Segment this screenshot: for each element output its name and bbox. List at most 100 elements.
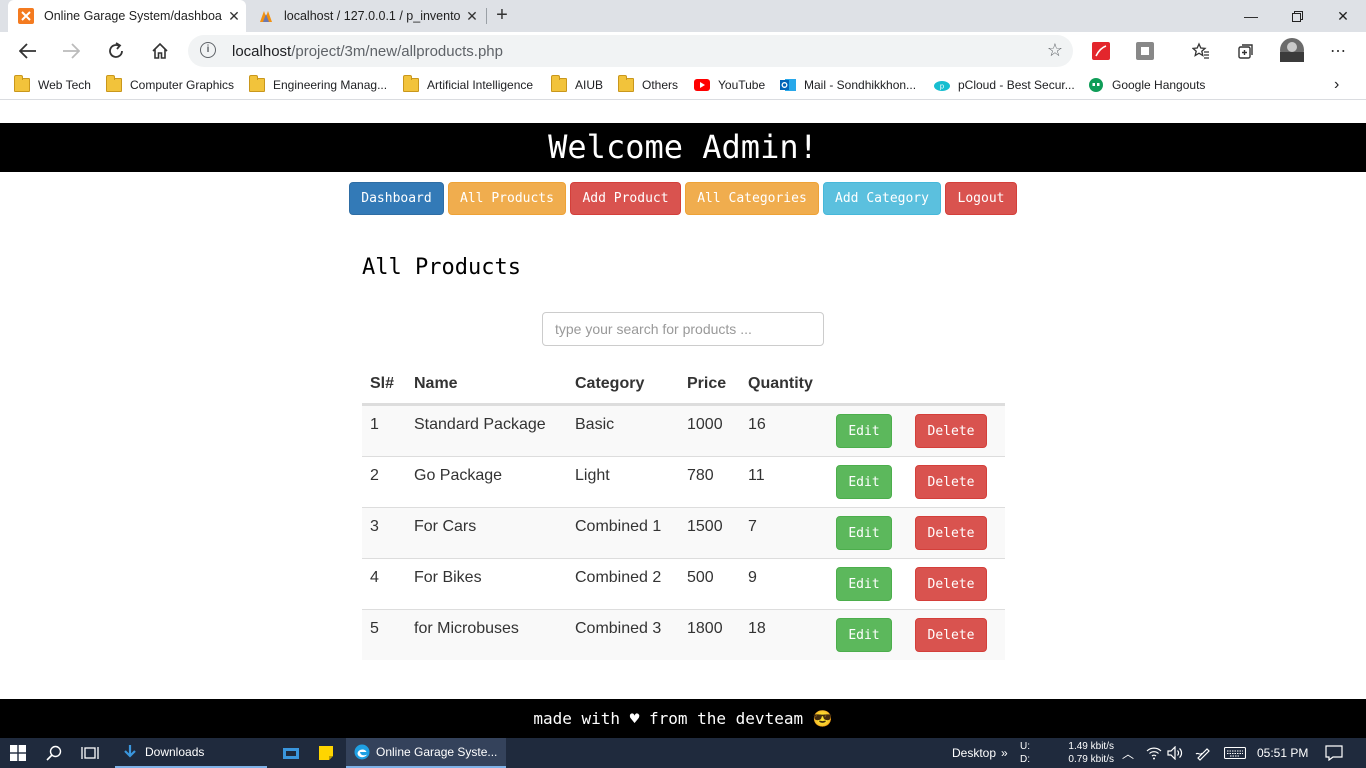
cell-name: Standard Package (414, 416, 546, 433)
pen-workspace-icon[interactable] (1195, 738, 1211, 768)
volume-icon[interactable] (1167, 738, 1183, 768)
back-icon[interactable] (13, 36, 43, 66)
folder-icon (551, 75, 567, 92)
favorite-star-icon[interactable]: ☆ (1047, 40, 1063, 61)
edit-button[interactable]: Edit (836, 465, 892, 499)
edit-button[interactable]: Edit (836, 414, 892, 448)
taskbar-downloads[interactable]: Downloads (115, 738, 267, 768)
cell-sl: 4 (370, 569, 379, 586)
column-header-name: Name (414, 375, 458, 392)
browser-tab-phpmyadmin[interactable]: localhost / 127.0.0.1 / p_inventory ✕ (248, 0, 484, 32)
wifi-icon[interactable] (1146, 738, 1162, 768)
bookmark-others[interactable]: Others (618, 75, 678, 94)
bookmark-aiub[interactable]: AIUB (551, 75, 603, 94)
edit-button[interactable]: Edit (836, 618, 892, 652)
products-table: Sl# Name Category Price Quantity 1 Stand… (362, 364, 1005, 660)
system-clock[interactable]: 05:51 PM (1257, 738, 1308, 768)
file-explorer-icon[interactable] (283, 738, 299, 768)
home-icon[interactable] (145, 36, 175, 66)
edit-button[interactable]: Edit (836, 567, 892, 601)
delete-button[interactable]: Delete (915, 567, 987, 601)
browser-toolbar: i localhost/project/3m/new/allproducts.p… (0, 32, 1366, 70)
bookmark-google-hangouts[interactable]: Google Hangouts (1088, 76, 1205, 94)
bookmarks-bar: Web Tech Computer Graphics Engineering M… (0, 70, 1366, 100)
nav-add-product-button[interactable]: Add Product (570, 182, 681, 215)
nav-all-products-button[interactable]: All Products (448, 182, 566, 215)
folder-icon (106, 75, 122, 92)
desktop-expand-chevron-icon[interactable]: » (1001, 738, 1008, 768)
minimize-icon[interactable]: — (1228, 0, 1274, 32)
pdf-extension-icon[interactable] (1091, 41, 1111, 61)
cell-category: Basic (575, 416, 615, 433)
delete-button[interactable]: Delete (915, 465, 987, 499)
close-tab-icon[interactable]: ✕ (460, 8, 484, 25)
bookmarks-more-chevron-icon[interactable]: › (1334, 76, 1339, 94)
folder-icon (618, 75, 634, 92)
bookmark-youtube[interactable]: YouTube (694, 76, 765, 94)
delete-button[interactable]: Delete (915, 618, 987, 652)
cell-price: 1000 (687, 416, 723, 433)
edge-icon (354, 744, 370, 760)
browser-tab-garage[interactable]: Online Garage System/dashboard ✕ (8, 0, 246, 32)
table-row: 4 For Bikes Combined 2 500 9 Edit Delete (362, 558, 1005, 609)
table-row: 5 for Microbuses Combined 3 1800 18 Edit… (362, 609, 1005, 660)
bookmark-web-tech[interactable]: Web Tech (14, 75, 91, 94)
column-header-price: Price (687, 375, 727, 392)
close-window-icon[interactable]: ✕ (1320, 0, 1366, 32)
nav-all-categories-button[interactable]: All Categories (685, 182, 819, 215)
nav-dashboard-button[interactable]: Dashboard (349, 182, 444, 215)
restore-icon[interactable] (1274, 0, 1320, 32)
profile-avatar[interactable] (1280, 38, 1304, 62)
action-center-notification-icon[interactable] (1325, 738, 1343, 768)
cell-price: 1800 (687, 620, 723, 637)
close-tab-icon[interactable]: ✕ (222, 8, 246, 25)
xampp-icon (18, 8, 34, 24)
keyboard-icon[interactable] (1224, 738, 1246, 768)
folder-icon (403, 75, 419, 92)
bookmark-engineering-management[interactable]: Engineering Manag... (249, 75, 387, 94)
bookmark-artificial-intelligence[interactable]: Artificial Intelligence (403, 75, 533, 94)
bookmark-mail[interactable]: Mail - Sondhikkhon... (780, 76, 916, 94)
show-hidden-icons-chevron-icon[interactable]: ︿ (1122, 738, 1134, 768)
cell-price: 780 (687, 467, 714, 484)
collections-icon[interactable] (1236, 41, 1256, 61)
delete-button[interactable]: Delete (915, 414, 987, 448)
forward-icon[interactable] (56, 36, 86, 66)
cell-price: 500 (687, 569, 714, 586)
folder-icon (14, 75, 30, 92)
site-info-icon[interactable]: i (200, 42, 216, 58)
column-header-category: Category (575, 375, 645, 392)
sticky-notes-icon[interactable] (318, 738, 334, 768)
cell-quantity: 18 (748, 620, 766, 637)
cell-sl: 1 (370, 416, 379, 433)
url-text[interactable]: localhost/project/3m/new/allproducts.php (232, 43, 503, 60)
address-bar[interactable]: i localhost/project/3m/new/allproducts.p… (188, 35, 1073, 67)
favorites-icon[interactable] (1191, 41, 1211, 61)
windows-start-icon[interactable] (10, 738, 26, 768)
search-icon[interactable] (46, 738, 62, 768)
bookmark-pcloud[interactable]: p pCloud - Best Secur... (934, 76, 1075, 94)
desktop-toolbar-label[interactable]: Desktop (952, 738, 996, 768)
refresh-icon[interactable] (101, 36, 131, 66)
youtube-icon (694, 79, 710, 91)
cell-name: For Cars (414, 518, 477, 535)
extension-icon[interactable] (1135, 41, 1155, 61)
footer-prefix: made with (533, 709, 621, 728)
taskbar-edge-garage-window[interactable]: Online Garage Syste... (346, 738, 506, 768)
search-input[interactable] (542, 312, 824, 346)
table-row: 3 For Cars Combined 1 1500 7 Edit Delete (362, 507, 1005, 558)
sunglasses-emoji-icon: 😎 (812, 709, 833, 728)
nav-add-category-button[interactable]: Add Category (823, 182, 941, 215)
settings-more-icon[interactable]: ⋯ (1328, 41, 1348, 61)
edit-button[interactable]: Edit (836, 516, 892, 550)
page-title: All Products (362, 255, 521, 280)
nav-logout-button[interactable]: Logout (945, 182, 1017, 215)
folder-icon (249, 75, 265, 92)
task-view-icon[interactable] (81, 738, 99, 768)
delete-button[interactable]: Delete (915, 516, 987, 550)
cell-price: 1500 (687, 518, 723, 535)
new-tab-icon[interactable]: + (490, 4, 514, 28)
column-header-quantity: Quantity (748, 375, 813, 392)
bookmark-computer-graphics[interactable]: Computer Graphics (106, 75, 234, 94)
network-speed-labels: U: D: (1020, 741, 1030, 765)
